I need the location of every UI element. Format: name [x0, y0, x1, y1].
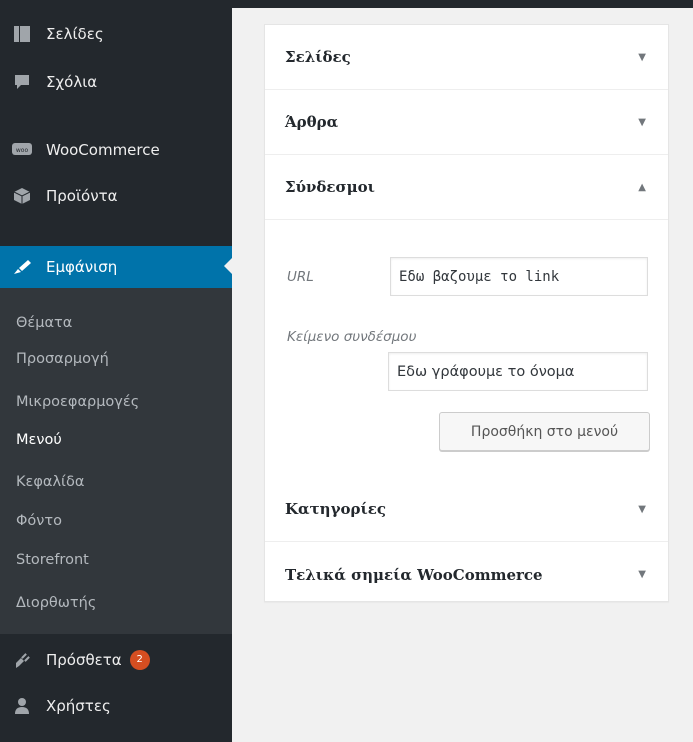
expand-arrow-icon[interactable]: ▼: [638, 52, 646, 63]
menu-woocommerce-label: WooCommerce: [46, 141, 160, 159]
menu-products-label: Προϊόντα: [46, 187, 118, 205]
pages-icon: [11, 23, 33, 45]
menu-appearance[interactable]: Εμφάνιση: [0, 246, 232, 288]
menu-pages-label: Σελίδες: [46, 25, 104, 43]
url-label: URL: [287, 269, 314, 285]
section-categories-title: Κατηγορίες: [285, 500, 386, 518]
admin-bar: [232, 0, 693, 8]
menu-appearance-label: Εμφάνιση: [46, 258, 118, 276]
section-posts-title: Άρθρα: [285, 113, 339, 131]
menu-users-label: Χρήστες: [46, 697, 111, 715]
menu-pages[interactable]: Σελίδες: [0, 14, 232, 54]
section-links-header[interactable]: Σύνδεσμοι ▲: [265, 155, 668, 220]
expand-arrow-icon[interactable]: ▼: [638, 117, 646, 128]
link-text-label: Κείμενο συνδέσμου: [287, 329, 417, 345]
submenu-customize[interactable]: Προσαρμογή: [16, 351, 109, 367]
users-icon: [11, 695, 33, 717]
menu-plugins[interactable]: Πρόσθετα 2: [0, 640, 232, 680]
submenu-background[interactable]: Φόντο: [16, 513, 62, 529]
menu-plugins-label: Πρόσθετα: [46, 651, 122, 669]
menu-users[interactable]: Χρήστες: [0, 686, 232, 726]
link-text-input[interactable]: Εδω γράφουμε το όνομα: [388, 352, 648, 391]
appearance-icon: [11, 256, 33, 278]
submenu-widgets[interactable]: Μικροεφαρμογές: [16, 394, 139, 410]
menu-comments[interactable]: Σχόλια: [0, 62, 232, 102]
submenu-themes[interactable]: Θέματα: [16, 315, 72, 331]
appearance-submenu: Θέματα Προσαρμογή Μικροεφαρμογές Μενού Κ…: [0, 288, 232, 634]
woocommerce-icon: woo: [11, 139, 33, 161]
admin-sidebar: Σελίδες Σχόλια woo WooCommerce Προϊόντα …: [0, 0, 232, 742]
section-woocommerce-endpoints-title: Τελικά σημεία WooCommerce: [285, 565, 543, 584]
section-pages-header[interactable]: Σελίδες ▼: [265, 25, 668, 90]
menu-woocommerce[interactable]: woo WooCommerce: [0, 130, 232, 170]
menu-products[interactable]: Προϊόντα: [0, 176, 232, 216]
expand-arrow-icon[interactable]: ▼: [638, 504, 646, 515]
svg-text:woo: woo: [16, 147, 29, 154]
submenu-storefront[interactable]: Storefront: [16, 552, 89, 568]
plugins-icon: [11, 649, 33, 671]
collapse-arrow-icon[interactable]: ▲: [638, 182, 646, 193]
add-menu-items-panel: Σελίδες ▼ Άρθρα ▼ Σύνδεσμοι ▲ URL Εδω βα…: [264, 24, 669, 602]
menu-comments-label: Σχόλια: [46, 73, 98, 91]
products-icon: [11, 185, 33, 207]
submenu-header[interactable]: Κεφαλίδα: [16, 474, 84, 490]
section-woocommerce-endpoints-header[interactable]: Τελικά σημεία WooCommerce ▼: [265, 542, 668, 607]
section-pages-title: Σελίδες: [285, 48, 351, 66]
update-count-badge: 2: [129, 650, 150, 670]
section-links-title: Σύνδεσμοι: [285, 178, 375, 196]
submenu-editor[interactable]: Διορθωτής: [16, 595, 96, 611]
section-posts-header[interactable]: Άρθρα ▼: [265, 90, 668, 155]
comments-icon: [11, 71, 33, 93]
url-input[interactable]: Εδω βαζουμε το link: [390, 257, 648, 296]
expand-arrow-icon[interactable]: ▼: [638, 569, 646, 580]
section-categories-header[interactable]: Κατηγορίες ▼: [265, 477, 668, 542]
submenu-menus[interactable]: Μενού: [16, 432, 62, 448]
add-to-menu-button[interactable]: Προσθήκη στο μενού: [439, 412, 650, 451]
